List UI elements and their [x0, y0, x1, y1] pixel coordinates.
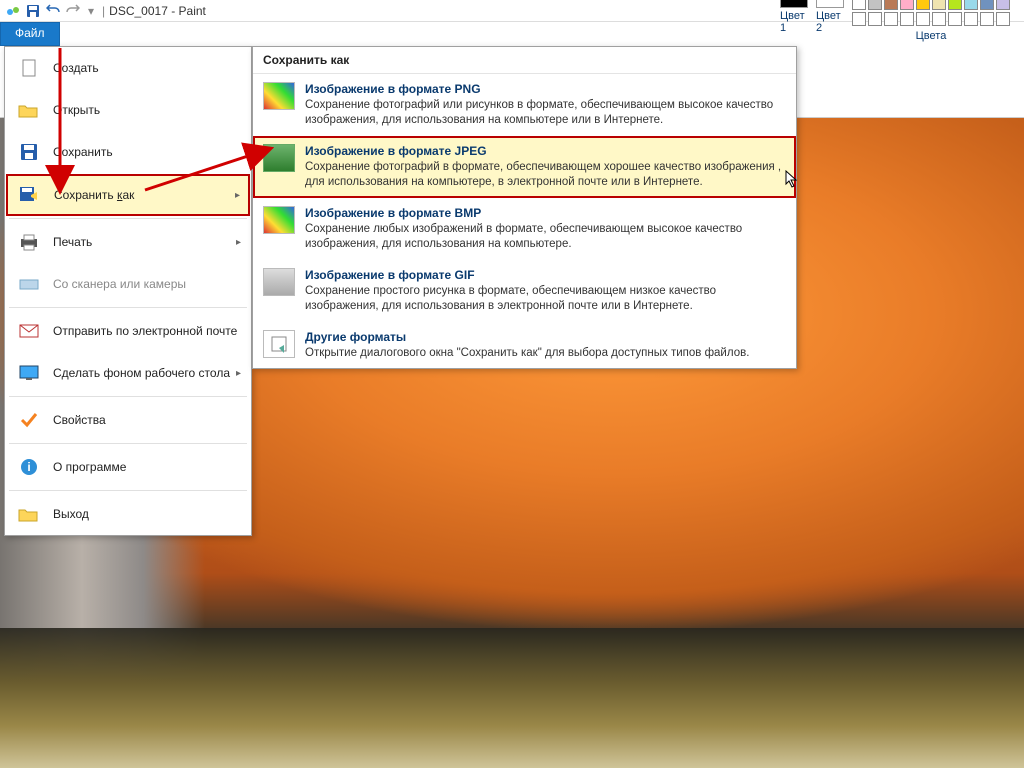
save-icon[interactable] [24, 2, 42, 20]
palette-color[interactable] [996, 12, 1010, 26]
menu-item-label: Сохранить как [54, 188, 134, 202]
palette-color[interactable] [948, 12, 962, 26]
palette-color[interactable] [900, 12, 914, 26]
open-folder-icon [15, 99, 43, 121]
color1-swatch[interactable]: Цвет 1 [780, 0, 808, 34]
option-title: Изображение в формате BMP [305, 206, 786, 220]
other-thumb-icon [263, 330, 295, 358]
menu-item-label: О программе [53, 460, 126, 474]
file-menu: Создать Открыть Сохранить Сохранить как … [4, 46, 252, 536]
menu-item-exit[interactable]: Выход [5, 493, 251, 535]
window-title: DSC_0017 - Paint [109, 4, 206, 18]
option-title: Изображение в формате JPEG [305, 144, 786, 158]
option-desc: Сохранение фотографий в формате, обеспеч… [305, 160, 786, 190]
menu-item-create[interactable]: Создать [5, 47, 251, 89]
option-title: Другие форматы [305, 330, 749, 344]
menu-item-send-email[interactable]: Отправить по электронной почте [5, 310, 251, 352]
palette-color[interactable] [868, 0, 882, 10]
menu-item-from-scanner: Со сканера или камеры [5, 263, 251, 305]
palette-color[interactable] [964, 0, 978, 10]
menu-item-label: Открыть [53, 103, 100, 117]
palette-color[interactable] [916, 0, 930, 10]
menu-item-save-as[interactable]: Сохранить как ▸ [6, 174, 250, 216]
color1-label: Цвет 1 [780, 10, 808, 34]
new-file-icon [15, 57, 43, 79]
palette-color[interactable] [868, 12, 882, 26]
menu-item-save[interactable]: Сохранить [5, 131, 251, 173]
desktop-icon [15, 362, 43, 384]
save-as-gif[interactable]: Изображение в формате GIF Сохранение про… [253, 260, 796, 322]
menu-item-open[interactable]: Открыть [5, 89, 251, 131]
submenu-arrow-icon: ▸ [236, 237, 241, 248]
color-palette[interactable] [852, 0, 1010, 26]
tab-file[interactable]: Файл [0, 22, 60, 46]
option-desc: Открытие диалогового окна "Сохранить как… [305, 346, 749, 361]
menu-item-label: Сделать фоном рабочего стола [53, 366, 230, 380]
bmp-thumb-icon [263, 206, 295, 234]
menu-item-label: Выход [53, 507, 89, 521]
palette-color[interactable] [980, 0, 994, 10]
option-desc: Сохранение фотографий или рисунков в фор… [305, 98, 786, 128]
save-as-submenu: Сохранить как Изображение в формате PNG … [252, 46, 797, 369]
menu-item-set-wallpaper[interactable]: Сделать фоном рабочего стола ▸ [5, 352, 251, 394]
palette-color[interactable] [964, 12, 978, 26]
svg-text:i: i [27, 460, 30, 474]
palette-color[interactable] [884, 0, 898, 10]
save-disk-icon [15, 141, 43, 163]
save-as-header: Сохранить как [253, 47, 796, 74]
option-desc: Сохранение простого рисунка в формате, о… [305, 284, 786, 314]
palette-color[interactable] [884, 12, 898, 26]
cursor-icon [785, 170, 799, 193]
envelope-icon [15, 320, 43, 342]
palette-color[interactable] [948, 0, 962, 10]
menu-item-label: Создать [53, 61, 99, 75]
printer-icon [15, 231, 43, 253]
menu-item-label: Свойства [53, 413, 106, 427]
menu-item-label: Отправить по электронной почте [53, 324, 237, 338]
menu-item-properties[interactable]: Свойства [5, 399, 251, 441]
qat-dropdown-icon[interactable]: ▾ [88, 4, 94, 18]
palette-color[interactable] [852, 12, 866, 26]
colors-group-label: Цвета [852, 30, 1010, 42]
menu-item-label: Со сканера или камеры [53, 277, 186, 291]
gif-thumb-icon [263, 268, 295, 296]
checkmark-icon [15, 409, 43, 431]
png-thumb-icon [263, 82, 295, 110]
palette-color[interactable] [932, 0, 946, 10]
menu-item-label: Сохранить [53, 145, 113, 159]
palette-color[interactable] [900, 0, 914, 10]
save-as-other[interactable]: Другие форматы Открытие диалогового окна… [253, 322, 796, 369]
option-title: Изображение в формате GIF [305, 268, 786, 282]
submenu-arrow-icon: ▸ [235, 190, 240, 201]
save-as-bmp[interactable]: Изображение в формате BMP Сохранение люб… [253, 198, 796, 260]
menu-item-about[interactable]: i О программе [5, 446, 251, 488]
palette-color[interactable] [996, 0, 1010, 10]
palette-color[interactable] [852, 0, 866, 10]
save-as-png[interactable]: Изображение в формате PNG Сохранение фот… [253, 74, 796, 136]
paint-app-icon [4, 2, 22, 20]
undo-icon[interactable] [44, 2, 62, 20]
palette-color[interactable] [916, 12, 930, 26]
option-title: Изображение в формате PNG [305, 82, 786, 96]
submenu-arrow-icon: ▸ [236, 368, 241, 379]
palette-color[interactable] [980, 12, 994, 26]
info-icon: i [15, 456, 43, 478]
save-as-jpeg[interactable]: Изображение в формате JPEG Сохранение фо… [253, 136, 796, 198]
scanner-icon [15, 273, 43, 295]
option-desc: Сохранение любых изображений в формате, … [305, 222, 786, 252]
save-as-icon [16, 184, 44, 206]
menu-item-print[interactable]: Печать ▸ [5, 221, 251, 263]
menu-item-label: Печать [53, 235, 92, 249]
palette-color[interactable] [932, 12, 946, 26]
color2-label: Цвет 2 [816, 10, 844, 34]
quick-access-toolbar: ▾ [4, 2, 98, 20]
color2-swatch[interactable]: Цвет 2 [816, 0, 844, 34]
redo-icon[interactable] [64, 2, 82, 20]
jpeg-thumb-icon [263, 144, 295, 172]
exit-folder-icon [15, 503, 43, 525]
